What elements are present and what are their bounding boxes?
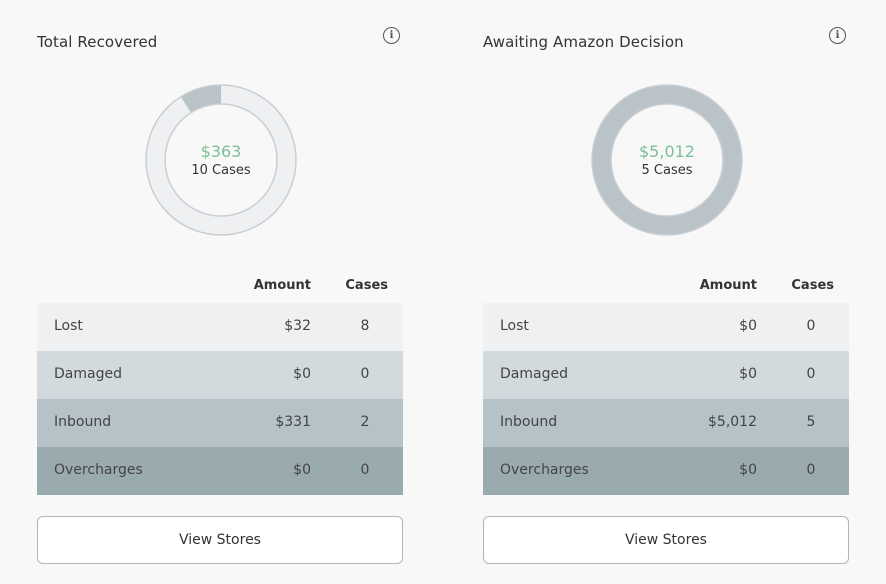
table-header: Amount Cases — [483, 278, 849, 294]
row-amount: $331 — [275, 414, 311, 430]
header-cases: Cases — [791, 278, 834, 293]
row-amount: $0 — [739, 462, 757, 478]
row-cases: 5 — [806, 414, 816, 430]
donut-amount: $363 — [200, 141, 242, 161]
table-row-overcharges: Overcharges $0 0 — [37, 447, 403, 495]
card-title: Total Recovered — [37, 33, 158, 51]
donut-amount: $5,012 — [639, 141, 695, 161]
row-label: Lost — [500, 318, 529, 334]
row-amount: $0 — [739, 366, 757, 382]
card-title: Awaiting Amazon Decision — [483, 33, 684, 51]
info-icon[interactable]: i — [829, 27, 846, 44]
table-row-inbound: Inbound $5,012 5 — [483, 399, 849, 447]
row-label: Damaged — [54, 366, 122, 382]
row-cases: 8 — [360, 318, 370, 334]
donut-cases: 5 Cases — [641, 162, 693, 178]
header-amount: Amount — [253, 278, 311, 293]
row-amount: $0 — [293, 366, 311, 382]
info-icon[interactable]: i — [383, 27, 400, 44]
card-total-recovered: Total Recovered i $363 10 Cases Amount C… — [37, 0, 403, 584]
row-amount: $5,012 — [708, 414, 757, 430]
row-cases: 0 — [360, 366, 370, 382]
row-amount: $32 — [284, 318, 311, 334]
view-stores-button[interactable]: View Stores — [483, 516, 849, 564]
table-row-overcharges: Overcharges $0 0 — [483, 447, 849, 495]
table-row-lost: Lost $0 0 — [483, 303, 849, 351]
donut-chart: $5,012 5 Cases — [591, 84, 743, 236]
donut-center: $363 10 Cases — [145, 84, 297, 236]
breakdown-table: Lost $0 0 Damaged $0 0 Inbound $5,012 5 … — [483, 303, 849, 495]
row-label: Damaged — [500, 366, 568, 382]
row-label: Lost — [54, 318, 83, 334]
row-cases: 0 — [806, 462, 816, 478]
donut-center: $5,012 5 Cases — [591, 84, 743, 236]
row-cases: 0 — [360, 462, 370, 478]
card-awaiting-amazon-decision: Awaiting Amazon Decision i $5,012 5 Case… — [483, 0, 849, 584]
header-amount: Amount — [699, 278, 757, 293]
row-amount: $0 — [293, 462, 311, 478]
view-stores-button[interactable]: View Stores — [37, 516, 403, 564]
row-amount: $0 — [739, 318, 757, 334]
table-row-damaged: Damaged $0 0 — [483, 351, 849, 399]
row-cases: 2 — [360, 414, 370, 430]
table-row-inbound: Inbound $331 2 — [37, 399, 403, 447]
header-cases: Cases — [345, 278, 388, 293]
row-cases: 0 — [806, 318, 816, 334]
row-label: Inbound — [500, 414, 558, 430]
donut-cases: 10 Cases — [191, 162, 251, 178]
table-header: Amount Cases — [37, 278, 403, 294]
row-label: Inbound — [54, 414, 112, 430]
table-row-lost: Lost $32 8 — [37, 303, 403, 351]
table-row-damaged: Damaged $0 0 — [37, 351, 403, 399]
row-label: Overcharges — [500, 462, 589, 478]
breakdown-table: Lost $32 8 Damaged $0 0 Inbound $331 2 O… — [37, 303, 403, 495]
row-cases: 0 — [806, 366, 816, 382]
donut-chart: $363 10 Cases — [145, 84, 297, 236]
row-label: Overcharges — [54, 462, 143, 478]
